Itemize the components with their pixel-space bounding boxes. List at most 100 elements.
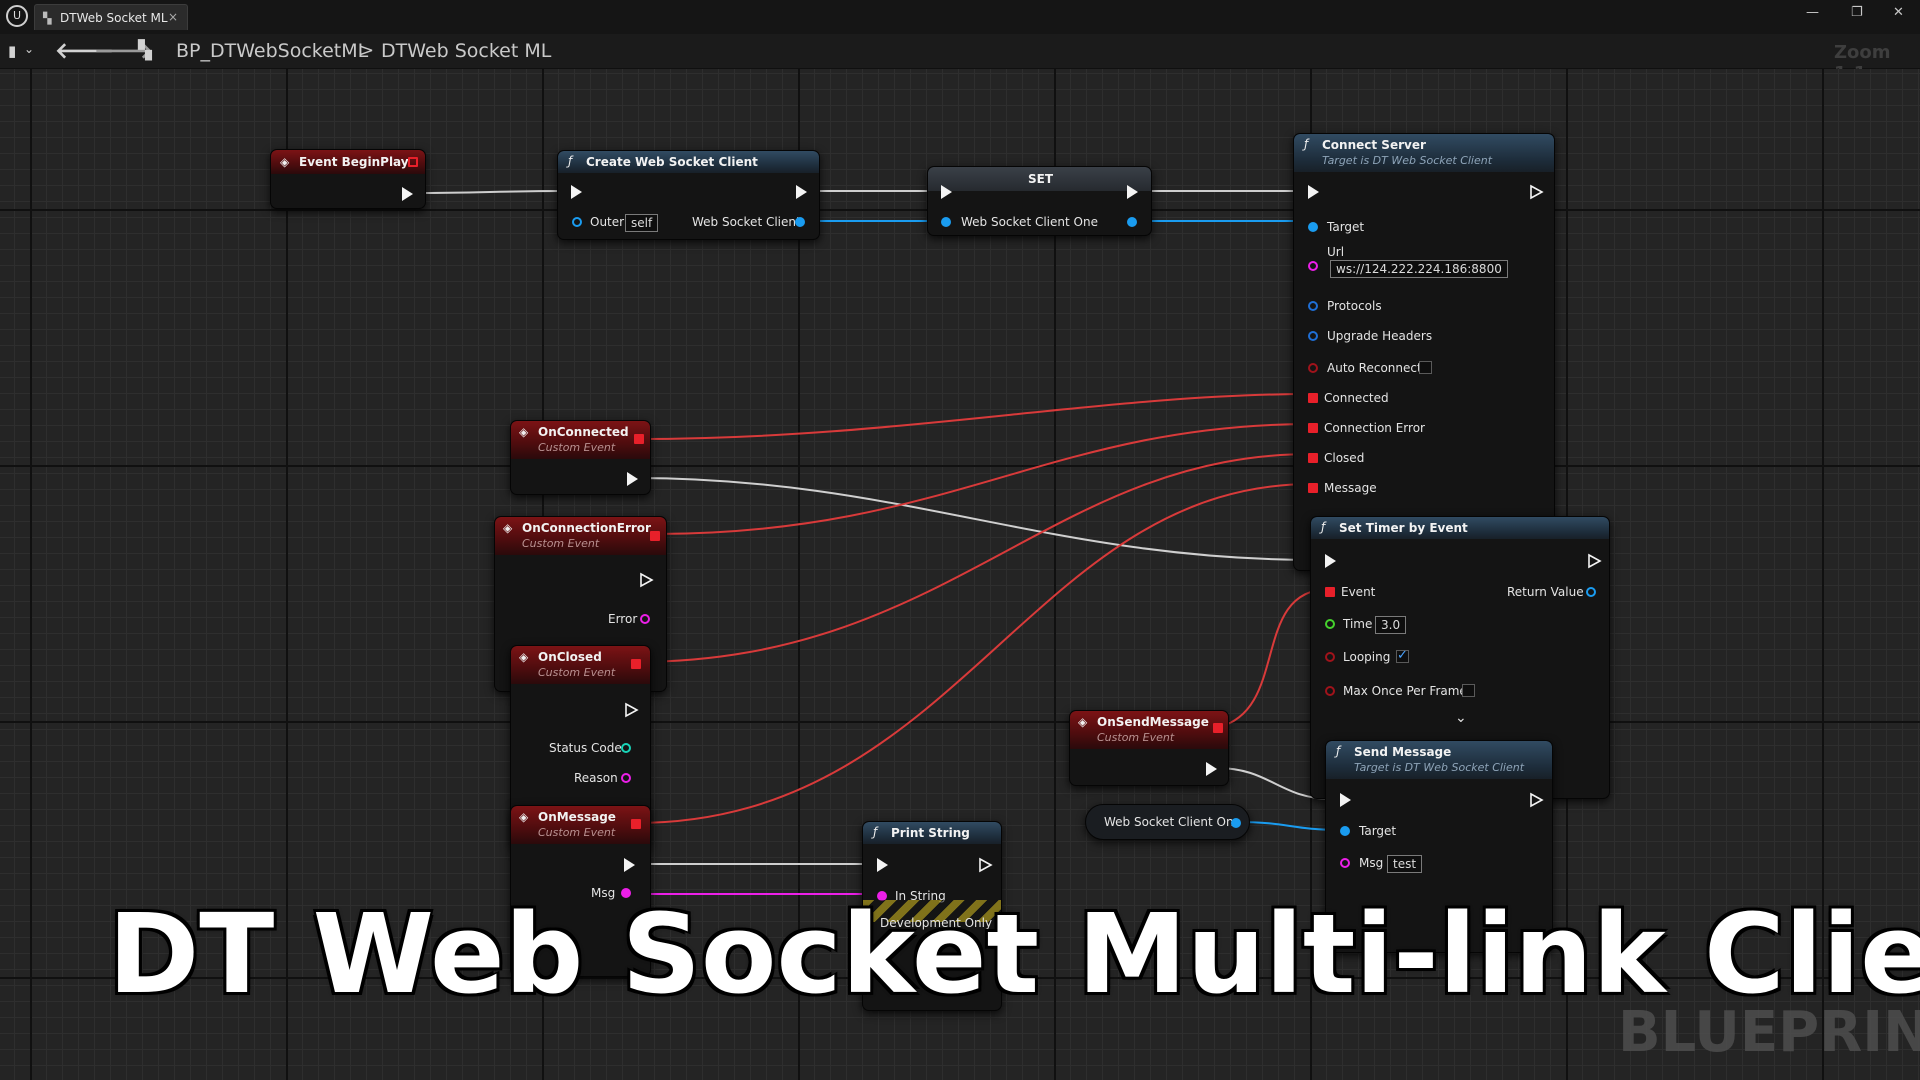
graph-hierarchy-icon[interactable]: ▚ (138, 40, 152, 61)
target-pin[interactable] (1340, 826, 1350, 836)
event-delegate-pin[interactable] (1325, 587, 1335, 597)
outer-pin[interactable] (572, 217, 582, 227)
exec-out-pin[interactable] (640, 572, 654, 588)
pin-label: Upgrade Headers (1327, 329, 1433, 343)
node-get-web-socket-client-one[interactable]: Web Socket Client One (1085, 804, 1250, 840)
close-window-button[interactable]: ✕ (1893, 5, 1904, 20)
exec-out-pin[interactable] (402, 187, 413, 201)
node-subtitle: Custom Event (538, 666, 616, 679)
pin-label: Target (1327, 220, 1365, 234)
event-diamond-icon: ◈ (503, 521, 513, 535)
event-diamond-icon: ◈ (519, 425, 529, 439)
exec-out-pin[interactable] (796, 185, 807, 199)
connected-delegate-pin[interactable] (1308, 393, 1318, 403)
bookmark-icon[interactable]: ▮ (8, 42, 16, 60)
msg-pin[interactable] (1340, 858, 1350, 868)
function-icon: ƒ (1304, 137, 1309, 151)
graph-toolbar: ▮ ⌄ 🡐 🡒 ▚ BP_DTWebSocketML > DTWeb Socke… (0, 34, 1920, 84)
node-title: Create Web Socket Client (586, 155, 758, 169)
event-diamond-icon: ◈ (519, 650, 529, 664)
exec-in-pin[interactable] (1308, 185, 1319, 199)
auto-reconnect-pin[interactable] (1308, 363, 1318, 373)
return-value-pin[interactable] (1586, 587, 1596, 597)
return-value-pin[interactable] (795, 217, 805, 227)
connection-error-delegate-pin[interactable] (1308, 423, 1318, 433)
exec-out-pin[interactable] (625, 702, 639, 718)
node-create-web-socket-client[interactable]: ƒ Create Web Socket Client Outer self We… (557, 150, 820, 240)
exec-in-pin[interactable] (1340, 793, 1351, 807)
tab-close-icon[interactable]: × (168, 10, 178, 24)
restore-button[interactable]: ❐ (1851, 5, 1863, 20)
event-diamond-icon: ◈ (280, 155, 290, 169)
exec-out-pin[interactable] (979, 857, 993, 873)
delegate-pin[interactable] (631, 819, 641, 829)
exec-out-pin[interactable] (1206, 762, 1217, 776)
exec-out-pin[interactable] (624, 858, 635, 872)
node-on-send-message[interactable]: ◈ OnSendMessage Custom Event (1069, 710, 1229, 786)
reason-pin[interactable] (621, 773, 631, 783)
delegate-pin[interactable] (408, 157, 418, 167)
value-in-pin[interactable] (941, 217, 951, 227)
pin-label: Auto Reconnect (1327, 361, 1422, 375)
delegate-pin[interactable] (634, 434, 644, 444)
exec-in-pin[interactable] (1325, 554, 1336, 568)
looping-checkbox[interactable] (1396, 648, 1409, 663)
delegate-pin[interactable] (631, 659, 641, 669)
upgrade-headers-pin[interactable] (1308, 331, 1318, 341)
exec-in-pin[interactable] (877, 858, 888, 872)
exec-in-pin[interactable] (941, 185, 952, 199)
msg-value-field[interactable]: test (1387, 855, 1423, 873)
breadcrumb-separator: > (359, 40, 375, 61)
document-tab[interactable]: ▚ DTWeb Socket ML × (34, 4, 188, 30)
unreal-logo-icon[interactable]: U (6, 5, 28, 27)
exec-out-pin[interactable] (1530, 792, 1544, 808)
looping-pin[interactable] (1325, 652, 1335, 662)
pin-label: Outer (590, 215, 625, 229)
delegate-pin[interactable] (1213, 723, 1223, 733)
function-icon: ƒ (1321, 520, 1326, 534)
chevron-down-icon[interactable]: ⌄ (24, 42, 34, 56)
exec-out-pin[interactable] (1588, 553, 1602, 569)
breadcrumb-blueprint[interactable]: BP_DTWebSocketML (176, 40, 368, 62)
time-pin[interactable] (1325, 619, 1335, 629)
message-delegate-pin[interactable] (1308, 483, 1318, 493)
function-icon: ƒ (1336, 744, 1341, 758)
node-set-variable[interactable]: SET Web Socket Client One (927, 166, 1152, 236)
pin-label: Protocols (1327, 299, 1382, 313)
pin-label: Connected (1324, 391, 1389, 405)
exec-out-pin[interactable] (1530, 184, 1544, 200)
url-value-field[interactable]: ws://124.222.224.186:8800 (1330, 260, 1508, 278)
exec-in-pin[interactable] (571, 185, 582, 199)
target-pin[interactable] (1308, 222, 1318, 232)
max-once-checkbox[interactable] (1462, 684, 1475, 697)
protocols-pin[interactable] (1308, 301, 1318, 311)
auto-reconnect-checkbox[interactable] (1419, 361, 1432, 374)
closed-delegate-pin[interactable] (1308, 453, 1318, 463)
error-pin[interactable] (640, 614, 650, 624)
status-code-pin[interactable] (621, 743, 631, 753)
time-value-field[interactable]: 3.0 (1375, 616, 1407, 634)
url-pin[interactable] (1308, 261, 1318, 271)
node-subtitle: Target is DT Web Socket Client (1354, 761, 1525, 774)
delegate-pin[interactable] (650, 531, 660, 541)
pin-label: Error (608, 612, 638, 626)
breadcrumb-graph[interactable]: DTWeb Socket ML (381, 40, 551, 62)
node-event-beginplay[interactable]: ◈ Event BeginPlay (270, 149, 426, 209)
node-connect-server[interactable]: ƒ Connect Server Target is DT Web Socket… (1293, 133, 1555, 571)
pin-label: Max Once Per Frame (1343, 684, 1467, 698)
pin-label: Web Socket Client One (961, 215, 1098, 229)
value-out-pin[interactable] (1231, 818, 1241, 828)
expand-chevron-icon[interactable]: ⌄ (1455, 710, 1467, 726)
exec-wire (634, 477, 1317, 561)
max-once-pin[interactable] (1325, 686, 1335, 696)
minimize-button[interactable]: — (1806, 5, 1819, 20)
node-title: OnSendMessage (1097, 715, 1209, 729)
function-icon: ƒ (568, 154, 573, 168)
exec-out-pin[interactable] (627, 472, 638, 486)
value-out-pin[interactable] (1127, 217, 1137, 227)
overlay-title: DT Web Socket Multi-link Client (108, 890, 1920, 1018)
node-on-connected[interactable]: ◈ OnConnected Custom Event (510, 420, 651, 495)
pin-label: Return Value (1507, 585, 1584, 599)
outer-value-field[interactable]: self (625, 214, 659, 232)
exec-out-pin[interactable] (1127, 185, 1138, 199)
